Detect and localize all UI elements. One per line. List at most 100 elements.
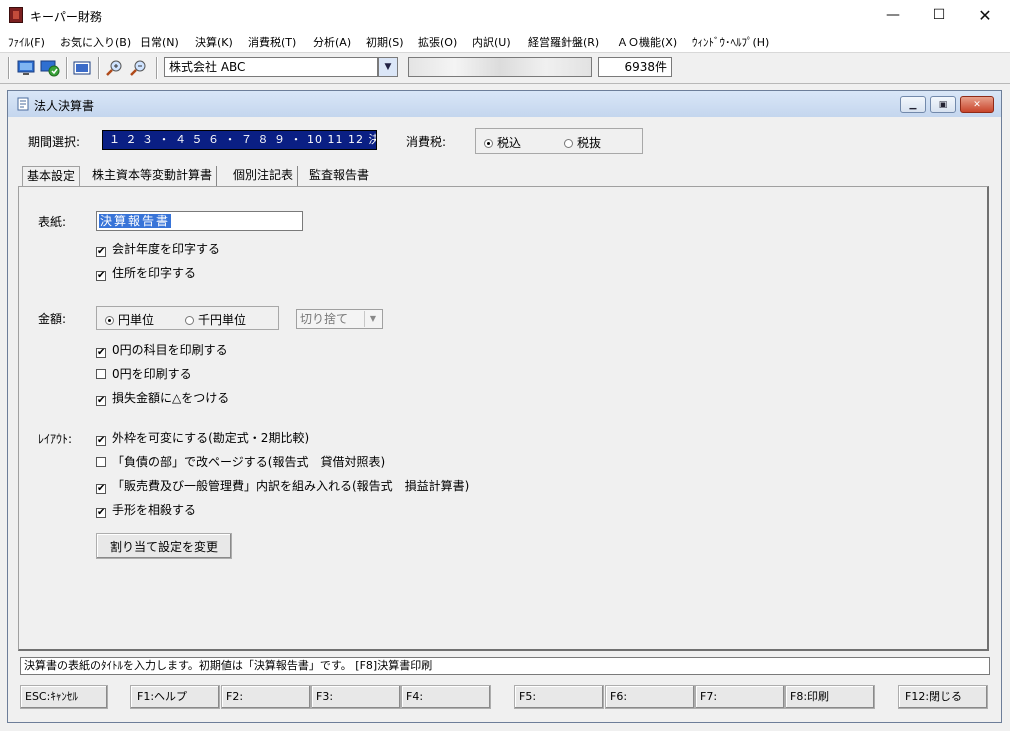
variable-frame-checkbox[interactable]: ✔ 外枠を可変にする(勘定式・2期比較) [96,429,309,446]
radio-unselected-icon [185,316,194,325]
yen-unit-label: 円単位 [118,313,155,327]
checkbox-checked-icon: ✔ [96,246,106,257]
picture-icon[interactable] [72,58,92,78]
tax-included-radio[interactable]: 税込 [484,134,521,151]
loss-triangle-label: 損失金額に△をつける [112,391,230,405]
radio-selected-icon [105,316,114,325]
radio-unselected-icon [564,139,573,148]
menu-window-help[interactable]: ｳｨﾝﾄﾞｳ･ﾍﾙﾌﾟ(H) [692,34,769,50]
f4-button[interactable]: F4: [401,685,491,709]
minimize-button[interactable]: — [870,0,916,30]
period-label: 期間選択: [28,135,81,149]
offset-notes-checkbox[interactable]: ✔ 手形を相殺する [96,501,196,518]
monitor-icon[interactable] [16,58,36,78]
address-checkbox[interactable]: ✔ 住所を印字する [96,264,196,281]
amount-unit-group: 円単位 千円単位 [96,306,279,330]
company-select[interactable]: 株式会社 ABC [164,57,378,77]
menu-ao-functions[interactable]: ＡＯ機能(X) [617,34,677,50]
maximize-button[interactable]: ☐ [916,0,962,30]
f5-button[interactable]: F5: [514,685,604,709]
window-title-bar: 法人決算書 ▁ ▣ ✕ [8,91,1001,117]
window-title: 法人決算書 [34,99,95,113]
menu-extension[interactable]: 拡張(O) [418,34,457,50]
zero-yen-accounts-label: 0円の科目を印刷する [112,343,228,357]
tab-notes[interactable]: 個別注記表 [229,166,299,186]
menu-file[interactable]: ﾌｧｲﾙ(F) [8,34,45,50]
tab-equity-changes[interactable]: 株主資本等変動計算書 [88,166,218,186]
f1-help-button[interactable]: F1:ヘルプ [130,685,220,709]
yen-unit-radio[interactable]: 円単位 [105,311,154,328]
variable-frame-label: 外枠を可変にする(勘定式・2期比較) [112,431,310,445]
status-message: 決算書の表紙のﾀｲﾄﾙを入力します。初期値は「決算報告書」です。 [F8]決算書… [20,657,990,675]
checkbox-icon: ✔ [96,347,106,358]
fiscal-year-label: 会計年度を印字する [112,242,221,256]
tab-audit-report[interactable]: 監査報告書 [305,166,373,186]
f3-button[interactable]: F3: [311,685,401,709]
corporate-statement-window: 法人決算書 ▁ ▣ ✕ 期間選択: １ ２ ３ ・ ４ ５ ６ ・ ７ ８ ９ … [7,90,1002,723]
checkbox-checked-icon: ✔ [96,270,106,281]
fiscal-year-checkbox[interactable]: ✔ 会計年度を印字する [96,240,220,257]
menu-consumption-tax[interactable]: 消費税(T) [248,34,296,50]
menu-bar: ﾌｧｲﾙ(F) お気に入り(B) 日常(N) 決算(K) 消費税(T) 分析(A… [0,30,1010,52]
esc-cancel-button[interactable]: ESC:ｷｬﾝｾﾙ [20,685,108,709]
zoom-in-icon[interactable] [104,58,124,78]
chevron-down-icon: ▼ [364,311,381,327]
close-button[interactable]: ✕ [962,0,1008,30]
f8-print-button[interactable]: F8:印刷 [785,685,875,709]
period-selector[interactable]: １ ２ ３ ・ ４ ５ ６ ・ ７ ８ ９ ・ 10 11 12 決 [102,130,377,150]
document-icon [15,96,31,115]
refresh-monitor-icon[interactable] [40,58,60,78]
tax-option-group: 税込 税抜 [475,128,643,154]
loss-triangle-checkbox[interactable]: ✔ 損失金額に△をつける [96,389,229,406]
cover-label: 表紙: [38,215,67,229]
thousand-yen-unit-radio[interactable]: 千円単位 [185,311,246,328]
sga-breakdown-label: 「販売費及び一般管理費」内訳を組み入れる(報告式 損益計算書) [112,479,470,493]
menu-initial[interactable]: 初期(S) [366,34,404,50]
menu-analysis[interactable]: 分析(A) [313,34,351,50]
zero-yen-print-checkbox[interactable]: 0円を印刷する [96,365,192,382]
record-count: 6938件 [598,57,672,77]
tax-excluded-radio[interactable]: 税抜 [564,134,601,151]
radio-selected-icon [484,139,493,148]
menu-closing[interactable]: 決算(K) [195,34,233,50]
menu-compass[interactable]: 経営羅針盤(R) [528,34,599,50]
checkbox-icon: ✔ [96,507,106,518]
offset-notes-label: 手形を相殺する [112,503,197,517]
liabilities-page-break-label: 「負債の部」で改ページする(報告式 貸借対照表) [112,455,386,469]
redacted-field [408,57,592,77]
window-close-button[interactable]: ✕ [960,96,994,113]
sga-breakdown-checkbox[interactable]: ✔ 「販売費及び一般管理費」内訳を組み入れる(報告式 損益計算書) [96,477,469,494]
cover-title-input[interactable]: 決算報告書 [96,211,303,231]
f6-button[interactable]: F6: [605,685,695,709]
liabilities-page-break-checkbox[interactable]: 「負債の部」で改ページする(報告式 貸借対照表) [96,453,385,470]
window-restore-button[interactable]: ▣ [930,96,956,113]
menu-favorites[interactable]: お気に入り(B) [60,34,131,50]
menu-breakdown[interactable]: 内訳(U) [472,34,511,50]
toolbar-separator [66,57,68,79]
f12-close-button[interactable]: F12:閉じる [898,685,988,709]
cover-title-value: 決算報告書 [99,214,172,228]
f7-button[interactable]: F7: [695,685,785,709]
tax-label: 消費税: [406,135,447,149]
app-logo-icon [9,7,23,23]
layout-label: ﾚｲｱｳﾄ: [38,432,73,446]
toolbar-separator [98,57,100,79]
zero-yen-accounts-checkbox[interactable]: ✔ 0円の科目を印刷する [96,341,228,358]
rounding-value: 切り捨て [300,312,349,326]
menu-daily[interactable]: 日常(N) [140,34,179,50]
address-label: 住所を印字する [112,266,197,280]
zoom-out-icon[interactable] [128,58,148,78]
window-minimize-button[interactable]: ▁ [900,96,926,113]
f2-button[interactable]: F2: [221,685,311,709]
checkbox-icon [96,369,106,379]
tab-basic-settings[interactable]: 基本設定 [22,166,81,187]
company-dropdown-chevron-down-icon[interactable]: ▼ [378,57,398,77]
rounding-select: 切り捨て ▼ [296,309,383,329]
change-allocation-button[interactable]: 割り当て設定を変更 [96,533,232,559]
amount-label: 金額: [38,312,67,326]
checkbox-icon [96,457,106,467]
tax-excluded-label: 税抜 [577,136,602,150]
toolbar: 株式会社 ABC ▼ 6938件 [0,52,1010,84]
app-title: キーパー財務 [30,10,102,24]
checkbox-icon: ✔ [96,483,106,494]
